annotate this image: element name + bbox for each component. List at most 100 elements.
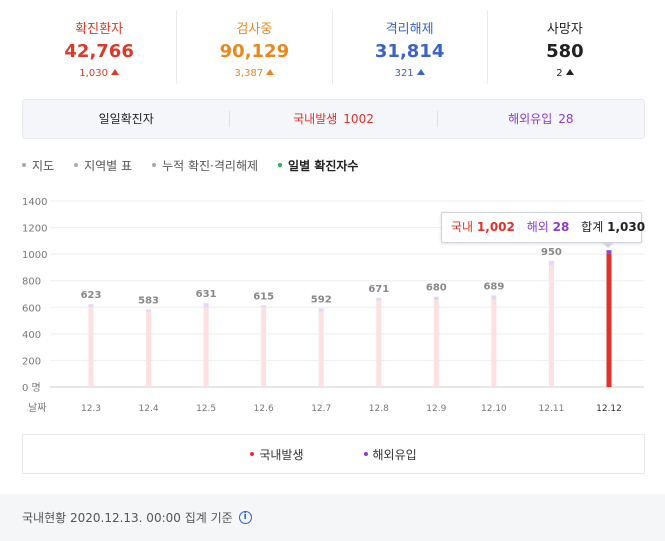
stat-value: 42,766	[64, 41, 134, 62]
y-tick-label: 1400	[22, 197, 47, 208]
x-tick-label: 12.5	[196, 404, 216, 414]
stats-summary: 확진환자 42,766 1,030 검사중 90,129 3,387 격리해제 …	[22, 10, 642, 84]
bar-overseas	[88, 304, 94, 308]
bar-overseas	[491, 295, 497, 300]
arrow-up-icon	[110, 69, 119, 75]
tooltip-overseas: 해외 28	[526, 220, 570, 234]
arrow-up-icon	[565, 69, 574, 75]
y-tick-label: 1200	[22, 224, 47, 235]
tooltip-domestic: 국내 1,002	[451, 220, 515, 234]
legend-dot-icon	[250, 452, 255, 456]
legend-dot-icon	[363, 452, 368, 456]
x-tick-label: 12.3	[81, 404, 101, 414]
x-tick-label: 12.7	[311, 404, 331, 414]
bar-domestic	[88, 307, 94, 387]
bullet-icon	[74, 163, 79, 167]
daily-domestic-label: 국내발생	[293, 112, 338, 126]
footer-note: 국내현황 2020.12.13. 00:00 집계 기준 i	[0, 494, 665, 541]
bar-domestic	[548, 264, 554, 387]
stat-value: 580	[546, 41, 584, 62]
tab-region-table[interactable]: 지역별 표	[74, 155, 132, 175]
stat-delta: 321	[333, 68, 487, 79]
stat-released: 격리해제 31,814 321	[333, 10, 488, 84]
stat-delta: 3,387	[177, 68, 331, 79]
x-tick-label: 12.4	[139, 404, 159, 414]
bar-total-label: 631	[196, 289, 217, 300]
bar-domestic	[376, 300, 382, 387]
bar-total-label: 680	[426, 283, 447, 294]
tab-daily-confirmed[interactable]: 일별 확진자수	[278, 155, 358, 175]
bar-overseas	[318, 308, 324, 312]
y-zero-label: 0 명	[22, 382, 41, 394]
info-icon[interactable]: i	[238, 511, 252, 524]
view-tabs: 지도 지역별 표 누적 확진·격리해제 일별 확진자수	[22, 155, 378, 175]
arrow-up-icon	[416, 69, 425, 75]
arrow-up-icon	[266, 69, 275, 75]
bar-domestic	[146, 311, 152, 387]
bar-domestic	[261, 307, 267, 387]
legend-domestic[interactable]: 국내발생	[250, 446, 304, 463]
bar-overseas	[203, 303, 209, 308]
bar-overseas	[146, 309, 152, 312]
x-tick-label: 12.6	[254, 404, 274, 414]
stat-label: 격리해제	[385, 22, 434, 37]
bar-overseas	[261, 305, 267, 308]
daily-domestic-value: 1002	[343, 112, 374, 126]
legend-overseas[interactable]: 해외유입	[363, 446, 417, 463]
bar-domestic	[318, 311, 324, 387]
daily-overseas: 해외유입 28	[438, 111, 644, 127]
bar-domestic	[491, 299, 497, 387]
bar-total-label: 950	[541, 247, 562, 258]
bullet-icon	[278, 163, 283, 167]
bar-total-label: 671	[368, 284, 389, 295]
y-tick-label: 400	[22, 330, 41, 341]
tab-cumulative[interactable]: 누적 확진·격리해제	[152, 155, 258, 175]
stat-testing: 검사중 90,129 3,387	[177, 10, 333, 84]
bullet-icon	[22, 163, 26, 167]
bar-domestic	[433, 300, 439, 387]
stat-confirmed: 확진환자 42,766 1,030	[22, 10, 178, 84]
daily-overseas-value: 28	[558, 112, 574, 126]
footer-text: 국내현황 2020.12.13. 00:00 집계 기준	[22, 511, 233, 525]
y-axis-ticks: 200 400 600 800 1000 1200 1400 0 명	[22, 197, 47, 394]
chart-bars	[88, 250, 612, 387]
stat-label: 사망자	[546, 22, 583, 37]
chart-legend: 국내발생 해외유입	[22, 434, 645, 474]
chart-tooltip: 국내 1,002 해외 28 합계 1,030	[441, 212, 646, 248]
y-tick-label: 200	[22, 356, 41, 367]
daily-overseas-label: 해외유입	[508, 112, 553, 126]
bar-domestic	[203, 307, 209, 387]
stat-label: 검사중	[236, 22, 273, 37]
daily-domestic: 국내발생 1002	[230, 111, 438, 127]
x-axis-label: 날짜	[28, 402, 46, 414]
tooltip-total: 합계 1,030	[581, 220, 646, 234]
x-tick-label: 12.12	[596, 404, 622, 414]
x-tick-label: 12.11	[539, 404, 565, 414]
bar-domestic	[606, 253, 612, 387]
bar-overseas	[433, 296, 439, 301]
stat-label: 확진환자	[75, 22, 124, 37]
bullet-icon	[152, 163, 157, 167]
tab-map[interactable]: 지도	[22, 155, 54, 175]
bar-overseas	[606, 250, 612, 254]
x-tick-label: 12.8	[369, 404, 389, 414]
y-tick-label: 1000	[22, 250, 47, 261]
bar-total-label: 623	[81, 290, 102, 301]
chart-data-labels: 623 583 631 615 592 671 680 689 950	[81, 247, 562, 307]
stat-delta: 2	[488, 68, 642, 79]
x-tick-label: 12.10	[481, 404, 507, 414]
stat-deaths: 사망자 580 2	[488, 10, 642, 84]
bar-total-label: 592	[311, 294, 332, 305]
bar-total-label: 583	[138, 296, 159, 307]
stat-value: 31,814	[374, 41, 445, 62]
stat-value: 90,129	[219, 41, 290, 62]
bar-total-label: 615	[253, 291, 274, 302]
daily-confirmed-box: 일일확진자 국내발생 1002 해외유입 28	[22, 99, 645, 139]
bar-overseas	[548, 260, 554, 265]
bar-total-label: 689	[483, 281, 504, 292]
stat-delta: 1,030	[22, 68, 176, 79]
bar-overseas	[376, 297, 382, 301]
daily-title: 일일확진자	[23, 111, 231, 127]
x-tick-label: 12.9	[426, 404, 446, 414]
y-tick-label: 600	[22, 303, 41, 314]
